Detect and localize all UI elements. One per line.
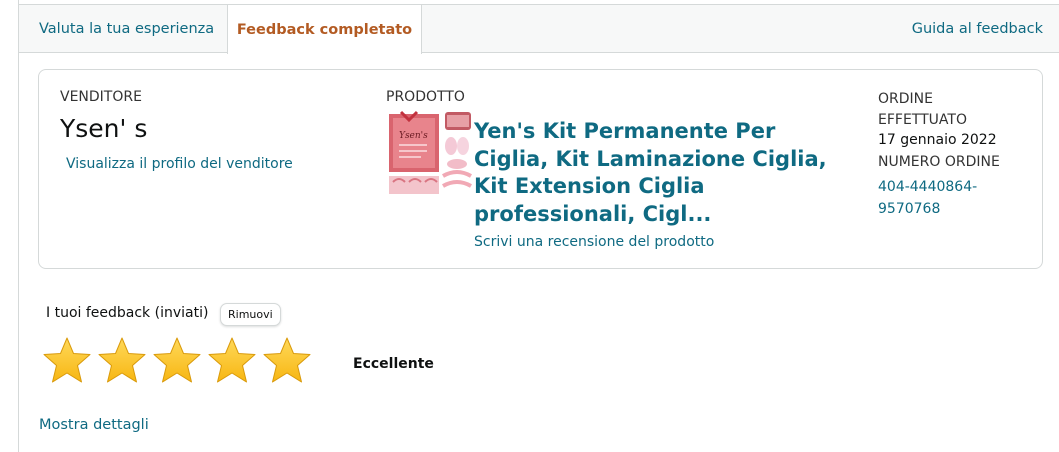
star-icon[interactable] [207, 336, 257, 386]
star-icon[interactable] [262, 336, 312, 386]
order-date: 17 gennaio 2022 [878, 132, 997, 148]
order-placed-label: ORDINE EFFETTUATO [878, 91, 967, 128]
star-icon[interactable] [42, 336, 92, 386]
order-number-label: NUMERO ORDINE [878, 154, 1000, 170]
product-label: PRODOTTO [386, 89, 465, 105]
product-title-link[interactable]: Yen's Kit Permanente Per Ciglia, Kit Lam… [474, 118, 834, 228]
tab-rate-experience[interactable]: Valuta la tua esperienza [19, 4, 227, 54]
write-review-link[interactable]: Scrivi una recensione del prodotto [474, 234, 714, 250]
tab-bar: Valuta la tua esperienza Feedback comple… [18, 4, 1059, 54]
tab-feedback-completed[interactable]: Feedback completato [227, 4, 422, 54]
seller-label: VENDITORE [60, 89, 142, 105]
product-image-brand: Ysen's [399, 131, 428, 141]
remove-feedback-button[interactable]: Rimuovi [220, 303, 281, 326]
order-number-link[interactable]: 404-4440864-9570768 [878, 176, 998, 220]
order-info-card: VENDITORE Ysen' s Visualizza il profilo … [38, 69, 1043, 269]
star-rating[interactable] [42, 336, 312, 386]
star-icon[interactable] [97, 336, 147, 386]
product-image[interactable]: Ysen's [387, 110, 475, 196]
your-feedback-label: I tuoi feedback (inviati) [46, 305, 209, 321]
show-details-link[interactable]: Mostra dettagli [39, 417, 149, 433]
rating-text: Eccellente [353, 356, 434, 372]
seller-profile-link[interactable]: Visualizza il profilo del venditore [66, 156, 293, 172]
seller-name: Ysen' s [60, 114, 148, 143]
star-icon[interactable] [152, 336, 202, 386]
feedback-guide-link[interactable]: Guida al feedback [912, 4, 1043, 54]
